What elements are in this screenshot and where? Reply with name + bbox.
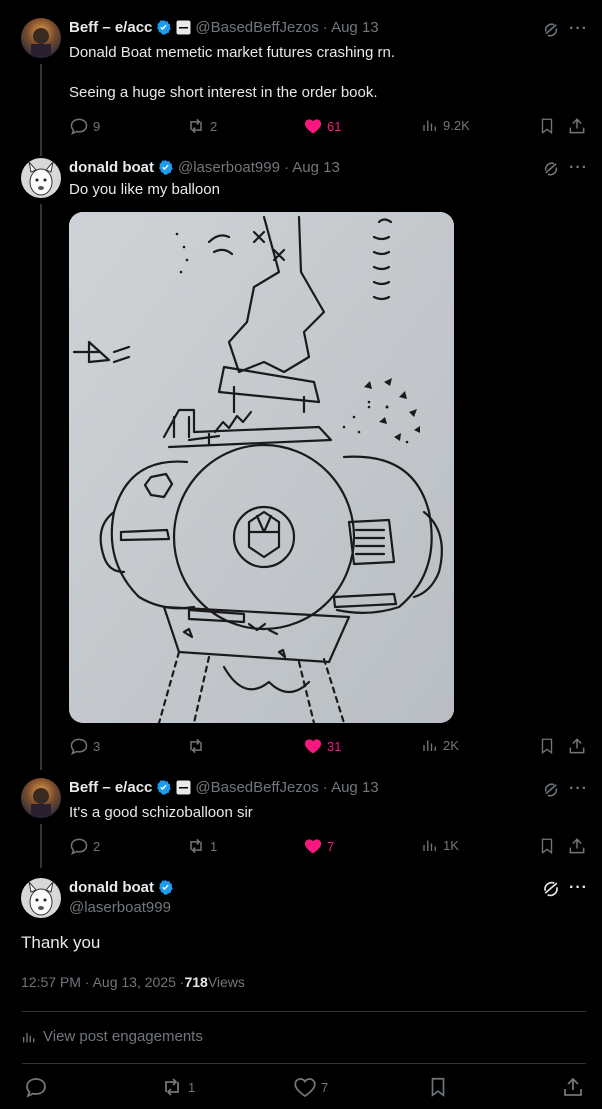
more-icon[interactable]: ··· (569, 20, 588, 38)
repost-button[interactable]: 1 (186, 836, 217, 856)
repost-icon (190, 838, 202, 854)
post-header: donald boat (69, 879, 174, 896)
verified-badge-icon (157, 20, 172, 35)
divider (22, 1011, 586, 1012)
reply-count: 2 (93, 838, 101, 854)
heart-filled-icon (304, 839, 322, 854)
reply-button[interactable]: 3 (69, 736, 100, 756)
grok-icon[interactable] (542, 781, 560, 799)
repost-count: 1 (210, 838, 218, 854)
post-header: Beff – e/acc @BasedBeffJezos · Aug 13 (69, 19, 379, 36)
verified-badge-icon (158, 160, 173, 175)
repost-icon (165, 1078, 179, 1096)
reply-icon (70, 738, 88, 755)
views-label: Views (207, 974, 245, 990)
like-count: 61 (327, 118, 342, 134)
like-button[interactable]: 61 (303, 116, 341, 136)
grok-icon[interactable] (542, 21, 560, 39)
reply-button[interactable]: 9 (69, 116, 100, 136)
heart-icon (294, 1078, 316, 1098)
reply-icon (70, 118, 88, 135)
share-icon[interactable] (567, 116, 587, 136)
reply-count: 9 (93, 118, 101, 134)
views-number: 718 (184, 974, 208, 990)
more-icon[interactable]: ··· (569, 780, 588, 798)
author-name[interactable]: donald boat (69, 879, 154, 896)
author-name[interactable]: Beff – e/acc (69, 779, 152, 796)
more-icon[interactable]: ··· (569, 159, 588, 177)
heart-filled-icon (304, 739, 322, 754)
post-timestamp[interactable]: 12:57 PM · Aug 13, 2025 · (21, 974, 184, 990)
reply-icon[interactable] (24, 1075, 48, 1099)
like-count: 31 (327, 738, 342, 754)
engagements-label: View post engagements (43, 1028, 203, 1045)
like-button[interactable]: 7 (303, 836, 334, 856)
repost-button[interactable] (186, 736, 210, 756)
post-text: Thank you (21, 933, 101, 952)
post-text: Do you like my balloon (69, 181, 220, 198)
post-text-line: Donald Boat memetic market futures crash… (69, 44, 395, 61)
reply-icon (70, 838, 88, 855)
post-header: Beff – e/acc @BasedBeffJezos · Aug 13 (69, 779, 379, 796)
affiliate-badge-icon (176, 20, 191, 35)
repost-count: 1 (188, 1079, 196, 1095)
views-icon (423, 740, 436, 751)
post-image[interactable] (69, 212, 454, 723)
view-engagements-link[interactable]: View post engagements (21, 1028, 203, 1045)
bookmark-icon[interactable] (538, 116, 556, 136)
like-count: 7 (321, 1079, 329, 1095)
avatar[interactable] (21, 878, 61, 918)
share-icon[interactable] (561, 1075, 585, 1099)
verified-badge-icon (158, 880, 173, 895)
post-text-line: Seeing a huge short interest in the orde… (69, 84, 378, 101)
post-meta: 12:57 PM · Aug 13, 2025 · 718 Views (21, 974, 245, 990)
views-icon (23, 1032, 35, 1042)
repost-icon (190, 118, 202, 134)
views-count: 9.2K (443, 117, 470, 133)
post-date[interactable]: · Aug 13 (284, 159, 340, 176)
views-icon (423, 840, 436, 851)
author-name[interactable]: Beff – e/acc (69, 19, 152, 36)
repost-count: 2 (210, 118, 218, 134)
views-button[interactable]: 9.2K (421, 116, 470, 134)
avatar[interactable] (21, 778, 61, 818)
heart-filled-icon (304, 119, 322, 134)
like-button[interactable]: 7 (293, 1075, 328, 1099)
views-button[interactable]: 2K (421, 736, 459, 754)
grok-icon[interactable] (541, 879, 561, 899)
views-icon (423, 120, 436, 131)
repost-icon (190, 738, 202, 754)
post-text: It's a good schizoballoon sir (69, 804, 253, 821)
repost-button[interactable]: 2 (186, 116, 217, 136)
more-icon[interactable]: ··· (569, 879, 588, 897)
views-count: 2K (443, 737, 459, 753)
affiliate-badge-icon (176, 780, 191, 795)
views-button[interactable]: 1K (421, 836, 459, 854)
reply-count: 3 (93, 738, 101, 754)
verified-badge-icon (157, 780, 172, 795)
share-icon[interactable] (567, 836, 587, 856)
bookmark-icon[interactable] (427, 1075, 449, 1099)
divider (22, 1063, 586, 1064)
bookmark-icon[interactable] (538, 836, 556, 856)
like-button[interactable]: 31 (303, 736, 341, 756)
share-icon[interactable] (567, 736, 587, 756)
views-count: 1K (443, 837, 459, 853)
avatar[interactable] (21, 18, 61, 58)
grok-icon[interactable] (542, 160, 560, 178)
like-count: 7 (327, 838, 335, 854)
bookmark-icon[interactable] (538, 736, 556, 756)
author-handle[interactable]: @BasedBeffJezos (195, 19, 318, 36)
repost-button[interactable]: 1 (160, 1075, 195, 1099)
post-date[interactable]: · Aug 13 (323, 19, 379, 36)
author-handle[interactable]: @laserboat999 (69, 899, 171, 916)
author-name[interactable]: donald boat (69, 159, 154, 176)
author-handle[interactable]: @laserboat999 (178, 159, 280, 176)
author-handle[interactable]: @BasedBeffJezos (195, 779, 318, 796)
avatar[interactable] (21, 158, 61, 198)
post-date[interactable]: · Aug 13 (323, 779, 379, 796)
post-header: donald boat @laserboat999 · Aug 13 (69, 159, 340, 176)
reply-button[interactable]: 2 (69, 836, 100, 856)
